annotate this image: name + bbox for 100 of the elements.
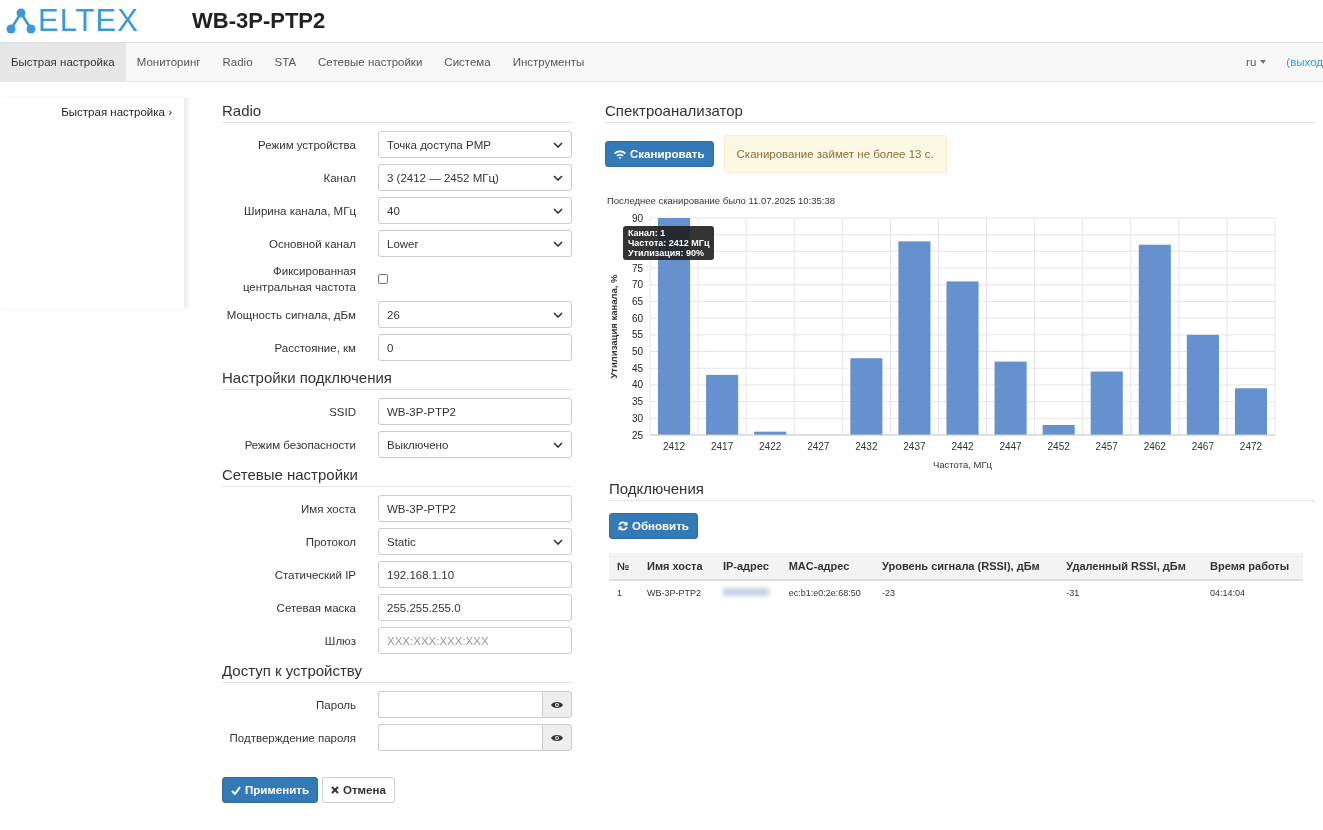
checkbox[interactable] (378, 274, 388, 284)
logo-text: ELTEX (38, 3, 139, 39)
caret-icon (553, 240, 563, 247)
refresh-icon (618, 521, 628, 531)
field-label: Шлюз (324, 634, 356, 647)
x-tick-label: 2432 (855, 441, 878, 452)
chart-bar (706, 374, 739, 435)
x-tick-label: 2467 (1191, 441, 1214, 452)
check-icon (231, 785, 241, 795)
field-label: Подтверждение пароля (229, 731, 356, 744)
nav-tab[interactable]: Мониторинг (125, 43, 212, 81)
select-field[interactable]: 26 (378, 301, 572, 328)
select-field[interactable]: 3 (2412 — 2452 МГц) (378, 164, 572, 191)
chart-tooltip: Канал: 1 Частота: 2412 МГц Утилизация: 90% (623, 226, 715, 260)
select-field[interactable]: 40 (378, 197, 572, 224)
table-cell: 1 (617, 588, 622, 598)
password-field[interactable] (378, 691, 542, 718)
sidebar-item[interactable]: Быстрая настройка › (61, 98, 172, 126)
input-field[interactable]: 192.168.1.10 (378, 561, 572, 588)
field-label: Статический IP (274, 568, 356, 581)
table-cell: -23 (882, 588, 896, 598)
eye-icon (551, 700, 563, 709)
caret-icon (553, 311, 563, 318)
y-tick-label: 90 (631, 212, 643, 224)
scan-button[interactable]: Сканировать (605, 141, 714, 167)
field-label: Режим безопасности (244, 438, 356, 451)
y-tick-label: 50 (631, 346, 643, 358)
section-title: Спектроанализатор (605, 102, 1315, 123)
table-cell: WB-3P-PTP2 (647, 588, 701, 598)
last-scan-text: Последнее сканирование было 11.07.2025 10:35:38 (607, 195, 836, 206)
input-field[interactable]: 0 (378, 334, 572, 361)
x-tick-label: 2442 (951, 441, 974, 452)
section-title: Подключения (609, 480, 1315, 501)
field-label: Сетевая маска (276, 601, 356, 614)
select-field[interactable]: Выключено (378, 431, 572, 458)
column-header: Время работы (1202, 553, 1303, 580)
y-tick-label: 65 (631, 295, 643, 307)
x-tick-label: 2437 (903, 441, 926, 452)
section-title: Доступ к устройству (222, 662, 572, 683)
y-tick-label: 70 (631, 279, 643, 291)
scan-notice: Сканирование займет не более 13 с. (723, 135, 947, 173)
nav-tab[interactable]: Быстрая настройка (0, 43, 126, 81)
language-dropdown[interactable]: ru (1246, 43, 1267, 81)
field-label: Режим устройства (258, 138, 356, 151)
caret-icon (553, 207, 563, 214)
select-field[interactable]: Lower (378, 230, 572, 257)
column-header: № (609, 553, 639, 580)
nav-tab[interactable]: Radio (211, 43, 264, 81)
input-field[interactable]: WB-3P-PTP2 (378, 398, 572, 425)
apply-button[interactable]: Применить (222, 777, 318, 803)
y-tick-label: 45 (631, 362, 643, 374)
cancel-button[interactable]: Отмена (322, 777, 395, 803)
chart-bar (1090, 371, 1123, 435)
password-field[interactable] (378, 724, 542, 751)
caret-icon (553, 538, 563, 545)
chart-bar (1042, 425, 1075, 435)
nav-tab[interactable]: Система (433, 43, 502, 81)
y-tick-label: 35 (631, 396, 643, 408)
x-tick-label: 2447 (999, 441, 1022, 452)
column-header: Уровень сигнала (RSSI), дБм (874, 553, 1059, 580)
column-header: IP-адрес (714, 553, 781, 580)
column-header: Удаленный RSSI, дБм (1058, 553, 1203, 580)
close-icon (331, 786, 339, 794)
caret-icon (1260, 60, 1267, 64)
field-label: Имя хоста (301, 502, 356, 515)
x-tick-label: 2422 (759, 441, 782, 452)
select-field[interactable]: Точка доступа PMP (378, 131, 572, 158)
field-label: Фиксированная центральная частота (242, 265, 356, 293)
x-tick-label: 2417 (711, 441, 734, 452)
wifi-icon (614, 149, 626, 159)
y-tick-label: 60 (631, 312, 643, 324)
table-cell: 04:14:04 (1210, 588, 1246, 598)
field-label: Мощность сигнала, дБм (226, 308, 356, 321)
nav-tab[interactable]: Сетевые настройки (307, 43, 434, 81)
y-tick-label: 40 (631, 379, 643, 391)
eye-icon (551, 733, 563, 742)
x-tick-label: 2457 (1095, 441, 1118, 452)
nav-tab[interactable]: STA (263, 43, 308, 81)
section-title: Настройки подключения (222, 369, 572, 390)
device-title: WB-3P-PTP2 (192, 8, 326, 34)
table-cell: -31 (1066, 588, 1080, 598)
input-field[interactable]: WB-3P-PTP2 (378, 495, 572, 522)
x-tick-label: 2472 (1239, 441, 1263, 452)
caret-icon (553, 141, 563, 148)
field-label: Основной канал (268, 237, 356, 250)
column-header: Имя хоста (639, 553, 715, 580)
y-tick-label: 55 (631, 329, 643, 341)
field-label: SSID (329, 405, 356, 418)
nav-tab[interactable]: Инструменты (501, 43, 596, 81)
x-tick-label: 2412 (662, 441, 686, 452)
show-password-button[interactable] (542, 724, 572, 751)
refresh-button[interactable]: Обновить (609, 513, 698, 539)
chart-bar (754, 431, 787, 435)
y-tick-label: 25 (631, 429, 643, 441)
input-field[interactable]: 255.255.255.0 (378, 594, 572, 621)
show-password-button[interactable] (542, 691, 572, 718)
select-field[interactable]: Static (378, 528, 572, 555)
field-label: Ширина канала, МГц (243, 204, 356, 217)
x-tick-label: 2427 (807, 441, 830, 452)
table-cell: ec:b1:e0:2e:68:50 (788, 588, 861, 598)
